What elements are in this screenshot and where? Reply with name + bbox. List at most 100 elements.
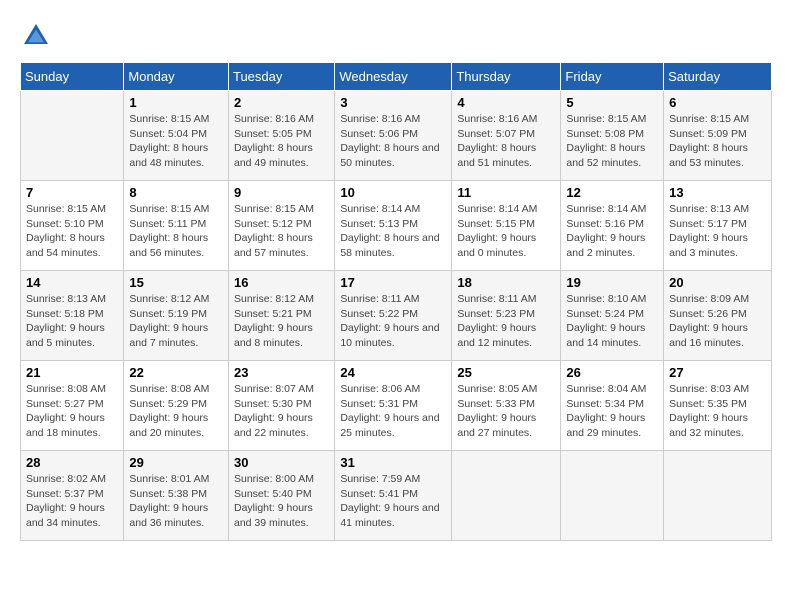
sunrise-text: Sunrise: 8:08 AM [26,383,106,395]
daylight-text: Daylight: 8 hours and 48 minutes. [129,142,208,169]
sunset-text: Sunset: 5:29 PM [129,398,207,410]
daylight-text: Daylight: 8 hours and 57 minutes. [234,232,313,259]
sunrise-text: Sunrise: 8:16 AM [457,113,537,125]
sunrise-text: Sunrise: 8:08 AM [129,383,209,395]
sunrise-text: Sunrise: 8:12 AM [129,293,209,305]
day-number: 5 [566,95,658,110]
day-number: 4 [457,95,555,110]
daylight-text: Daylight: 9 hours and 0 minutes. [457,232,536,259]
daylight-text: Daylight: 9 hours and 20 minutes. [129,412,208,439]
day-info: Sunrise: 8:15 AMSunset: 5:12 PMDaylight:… [234,202,329,261]
day-number: 18 [457,275,555,290]
day-info: Sunrise: 8:05 AMSunset: 5:33 PMDaylight:… [457,382,555,441]
sunrise-text: Sunrise: 8:11 AM [340,293,419,305]
day-info: Sunrise: 8:03 AMSunset: 5:35 PMDaylight:… [669,382,766,441]
day-number: 16 [234,275,329,290]
day-number: 3 [340,95,446,110]
day-number: 7 [26,185,118,200]
calendar-cell: 15Sunrise: 8:12 AMSunset: 5:19 PMDayligh… [124,271,229,361]
day-number: 2 [234,95,329,110]
sunset-text: Sunset: 5:13 PM [340,218,418,230]
daylight-text: Daylight: 9 hours and 8 minutes. [234,322,313,349]
day-number: 28 [26,455,118,470]
daylight-text: Daylight: 8 hours and 58 minutes. [340,232,439,259]
sunset-text: Sunset: 5:17 PM [669,218,747,230]
day-info: Sunrise: 8:16 AMSunset: 5:07 PMDaylight:… [457,112,555,171]
sunset-text: Sunset: 5:41 PM [340,488,418,500]
daylight-text: Daylight: 9 hours and 7 minutes. [129,322,208,349]
calendar-cell: 3 Sunrise: 8:16 AMSunset: 5:06 PMDaylight… [335,91,452,181]
day-info: Sunrise: 8:02 AMSunset: 5:37 PMDaylight:… [26,472,118,531]
daylight-text: Daylight: 9 hours and 3 minutes. [669,232,748,259]
day-info: Sunrise: 8:12 AMSunset: 5:21 PMDaylight:… [234,292,329,351]
day-number: 29 [129,455,223,470]
day-info: Sunrise: 8:04 AMSunset: 5:34 PMDaylight:… [566,382,658,441]
calendar-week-row: 28 Sunrise: 8:02 AMSunset: 5:37 PMDayligh… [21,451,772,541]
sunrise-text: Sunrise: 8:10 AM [566,293,646,305]
day-info: Sunrise: 8:13 AMSunset: 5:18 PMDaylight:… [26,292,118,351]
sunrise-text: Sunrise: 8:15 AM [26,203,106,215]
calendar-cell: 14 Sunrise: 8:13 AMSunset: 5:18 PMDayligh… [21,271,124,361]
calendar-cell: 22 Sunrise: 8:08 AM Sunset: 5:29 PM Dayligh… [124,361,229,451]
day-info: Sunrise: 8:16 AMSunset: 5:05 PMDaylight:… [234,112,329,171]
sunrise-text: Sunrise: 8:15 AM [129,113,209,125]
sunrise-text: Sunrise: 8:16 AM [340,113,420,125]
day-number: 8 [129,185,223,200]
weekday-header-row: SundayMondayTuesdayWednesdayThursdayFrid… [21,63,772,91]
sunset-text: Sunset: 5:04 PM [129,128,207,140]
calendar-cell: 5Sunrise: 8:15 AMSunset: 5:08 PMDaylight… [561,91,664,181]
calendar-week-row: 14 Sunrise: 8:13 AMSunset: 5:18 PMDayligh… [21,271,772,361]
calendar-cell: 9Sunrise: 8:15 AMSunset: 5:12 PMDaylight… [228,181,334,271]
calendar-week-row: 21Sunrise: 8:08 AMSunset: 5:27 PMDayligh… [21,361,772,451]
calendar-cell: 29Sunrise: 8:01 AMSunset: 5:38 PMDayligh… [124,451,229,541]
day-info: Sunrise: 8:08 AM Sunset: 5:29 PM Daylight:… [129,382,223,441]
calendar-cell: 4 Sunrise: 8:16 AMSunset: 5:07 PMDaylight… [452,91,561,181]
calendar-cell: 28 Sunrise: 8:02 AMSunset: 5:37 PMDayligh… [21,451,124,541]
calendar-cell: 27 Sunrise: 8:03 AMSunset: 5:35 PMDayligh… [664,361,772,451]
day-info: Sunrise: 8:15 AMSunset: 5:10 PMDaylight:… [26,202,118,261]
sunset-text: Sunset: 5:34 PM [566,398,644,410]
daylight-text: Daylight: 8 hours and 53 minutes. [669,142,748,169]
daylight-text: Daylight: 8 hours and 51 minutes. [457,142,536,169]
day-number: 6 [669,95,766,110]
day-number: 27 [669,365,766,380]
weekday-header: Friday [561,63,664,91]
day-info: Sunrise: 7:59 AMSunset: 5:41 PMDaylight:… [340,472,446,531]
daylight-text: Daylight: 9 hours and 27 minutes. [457,412,536,439]
day-number: 13 [669,185,766,200]
sunset-text: Sunset: 5:23 PM [457,308,535,320]
calendar-cell: 7 Sunrise: 8:15 AMSunset: 5:10 PMDaylight… [21,181,124,271]
daylight-text: Daylight: 9 hours and 12 minutes. [457,322,536,349]
sunrise-text: Sunrise: 8:13 AM [669,203,749,215]
day-info: Sunrise: 8:16 AMSunset: 5:06 PMDaylight:… [340,112,446,171]
day-number: 12 [566,185,658,200]
sunrise-text: Sunrise: 8:14 AM [457,203,537,215]
sunrise-text: Sunrise: 8:00 AM [234,473,314,485]
day-info: Sunrise: 8:15 AM Sunset: 5:04 PM Daylight:… [129,112,223,171]
sunset-text: Sunset: 5:26 PM [669,308,747,320]
sunset-text: Sunset: 5:22 PM [340,308,418,320]
sunrise-text: Sunrise: 8:15 AM [566,113,646,125]
calendar-cell: 30Sunrise: 8:00 AMSunset: 5:40 PMDayligh… [228,451,334,541]
calendar-cell: 18Sunrise: 8:11 AMSunset: 5:23 PMDayligh… [452,271,561,361]
sunset-text: Sunset: 5:21 PM [234,308,312,320]
sunrise-text: Sunrise: 8:15 AM [234,203,314,215]
daylight-text: Daylight: 9 hours and 5 minutes. [26,322,105,349]
sunrise-text: Sunrise: 8:15 AM [129,203,209,215]
daylight-text: Daylight: 9 hours and 25 minutes. [340,412,439,439]
daylight-text: Daylight: 8 hours and 50 minutes. [340,142,439,169]
day-number: 11 [457,185,555,200]
day-number: 14 [26,275,118,290]
day-number: 30 [234,455,329,470]
daylight-text: Daylight: 8 hours and 49 minutes. [234,142,313,169]
sunset-text: Sunset: 5:09 PM [669,128,747,140]
sunset-text: Sunset: 5:37 PM [26,488,104,500]
weekday-header: Thursday [452,63,561,91]
sunrise-text: Sunrise: 8:16 AM [234,113,314,125]
calendar-cell: 8Sunrise: 8:15 AMSunset: 5:11 PMDaylight… [124,181,229,271]
calendar-cell: 13 Sunrise: 8:13 AM Sunset: 5:17 PM Dayligh… [664,181,772,271]
day-number: 15 [129,275,223,290]
calendar-cell: 16 Sunrise: 8:12 AMSunset: 5:21 PMDayligh… [228,271,334,361]
day-number: 22 [129,365,223,380]
sunrise-text: Sunrise: 8:06 AM [340,383,420,395]
